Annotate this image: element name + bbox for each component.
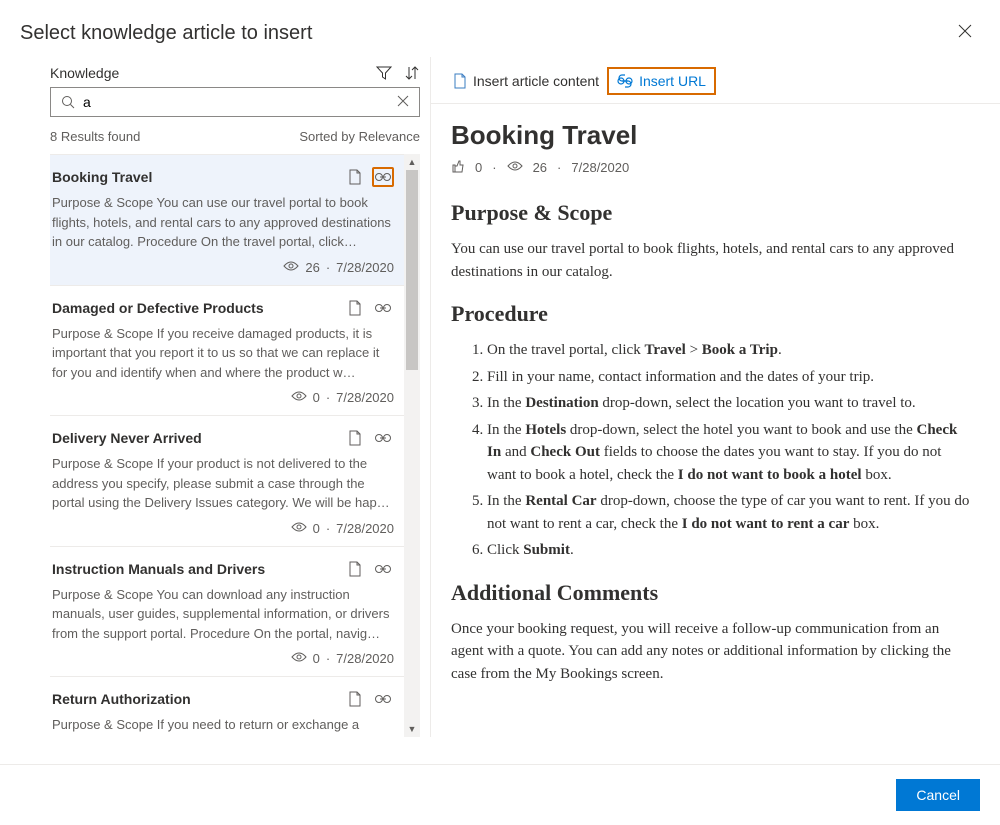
results-count: 8 Results found [50,129,140,144]
insert-content-label: Insert article content [473,73,599,89]
result-date: 7/28/2020 [336,260,394,275]
paragraph-purpose: You can use our travel portal to book fl… [451,238,970,283]
result-views: 0 [313,390,320,405]
result-views: 0 [313,651,320,666]
insert-url-label: Insert URL [639,73,706,89]
cancel-button[interactable]: Cancel [896,779,980,811]
article-meta: 0 · 26 · 7/28/2020 [451,159,970,176]
insert-url-button[interactable]: Insert URL [607,67,716,95]
result-meta: 0·7/28/2020 [52,521,394,536]
result-date: 7/28/2020 [336,390,394,405]
result-item[interactable]: Booking Travel Purpose & Scope You can us… [50,155,404,286]
insert-content-icon[interactable] [344,689,366,709]
result-views: 0 [313,521,320,536]
scroll-thumb[interactable] [406,170,418,370]
views-icon [291,521,307,536]
result-item[interactable]: Instruction Manuals and Drivers Purpose &… [50,547,404,678]
document-icon [453,73,467,89]
procedure-list: On the travel portal, click Travel > Boo… [487,339,970,562]
heading-additional: Additional Comments [451,580,970,606]
sort-icon[interactable] [404,65,420,81]
heading-procedure: Procedure [451,301,970,327]
insert-article-content-button[interactable]: Insert article content [445,69,607,93]
thumbs-up-icon [451,159,465,176]
insert-url-icon[interactable] [372,298,394,318]
views-icon [291,651,307,666]
result-snippet: Purpose & Scope You can download any ins… [52,585,394,644]
knowledge-heading: Knowledge [50,65,119,81]
views-icon [283,260,299,275]
result-snippet: Purpose & Scope If you need to return or… [52,715,394,737]
article-date: 7/28/2020 [571,160,629,175]
close-button[interactable] [950,20,980,47]
result-date: 7/28/2020 [336,651,394,666]
result-meta: 0·7/28/2020 [52,390,394,405]
insert-content-icon[interactable] [344,298,366,318]
results-list[interactable]: Booking Travel Purpose & Scope You can us… [50,154,404,737]
result-snippet: Purpose & Scope If your product is not d… [52,454,394,513]
result-title: Booking Travel [52,169,152,185]
insert-content-icon[interactable] [344,559,366,579]
scroll-track[interactable] [404,170,420,721]
scroll-down-arrow[interactable]: ▼ [404,721,420,737]
result-title: Delivery Never Arrived [52,430,202,446]
scrollbar[interactable]: ▲ ▼ [404,154,420,737]
insert-url-icon[interactable] [372,428,394,448]
result-date: 7/28/2020 [336,521,394,536]
insert-content-icon[interactable] [344,167,366,187]
result-item[interactable]: Return Authorization Purpose & Scope If y… [50,677,404,737]
insert-url-icon[interactable] [372,689,394,709]
article-content: Purpose & Scope You can use our travel p… [451,200,970,685]
views-icon [507,160,523,175]
result-title: Instruction Manuals and Drivers [52,561,265,577]
filter-icon[interactable] [376,65,392,81]
result-item[interactable]: Damaged or Defective Products Purpose & S… [50,286,404,417]
scroll-up-arrow[interactable]: ▲ [404,154,420,170]
article-views: 26 [533,160,547,175]
search-input[interactable] [83,94,397,110]
result-title: Damaged or Defective Products [52,300,264,316]
search-box[interactable] [50,87,420,117]
result-item[interactable]: Delivery Never Arrived Purpose & Scope If… [50,416,404,547]
sorted-by: Sorted by Relevance [299,129,420,144]
result-views: 26 [305,260,319,275]
article-title: Booking Travel [451,120,970,151]
result-meta: 0·7/28/2020 [52,651,394,666]
paragraph-additional: Once your booking request, you will rece… [451,618,970,686]
article-likes: 0 [475,160,482,175]
result-meta: 26·7/28/2020 [52,260,394,275]
clear-search-icon[interactable] [397,94,409,110]
heading-purpose: Purpose & Scope [451,200,970,226]
result-snippet: Purpose & Scope If you receive damaged p… [52,324,394,383]
insert-url-icon[interactable] [372,559,394,579]
link-icon [617,74,633,88]
result-snippet: Purpose & Scope You can use our travel p… [52,193,394,252]
views-icon [291,390,307,405]
search-icon [61,95,75,109]
dialog-title: Select knowledge article to insert [20,22,312,45]
insert-url-icon[interactable] [372,167,394,187]
result-title: Return Authorization [52,691,191,707]
insert-content-icon[interactable] [344,428,366,448]
